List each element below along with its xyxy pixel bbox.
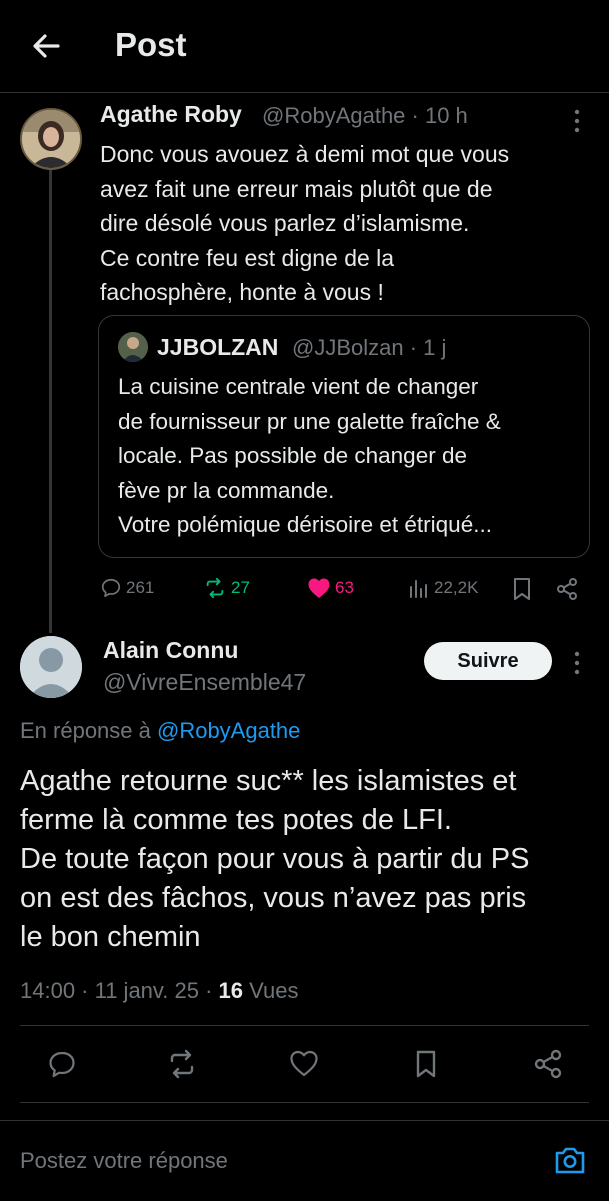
reply-action[interactable]: 261 (100, 574, 154, 602)
reply-context: En réponse à @RobyAgathe (20, 718, 300, 744)
post-metadata: 14:00 · 11 janv. 25 · 16 Vues (20, 978, 298, 1004)
follow-button[interactable]: Suivre (424, 642, 552, 680)
thread-line (49, 170, 52, 633)
views-chart-icon (410, 580, 427, 598)
share-icon[interactable] (532, 1048, 564, 1080)
reply-mention-link[interactable]: @RobyAgathe (157, 718, 300, 743)
more-options-icon[interactable] (573, 108, 581, 134)
divider (20, 1025, 589, 1026)
avatar[interactable] (20, 108, 82, 170)
more-options-icon[interactable] (573, 650, 581, 676)
divider (20, 1102, 589, 1103)
heart-filled-icon (308, 578, 330, 598)
reply-prefix: En réponse à (20, 718, 157, 743)
quote-text: La cuisine centrale vient de changer de … (118, 374, 501, 537)
back-arrow-icon[interactable] (28, 28, 64, 64)
author-name[interactable]: Agathe Roby (100, 101, 242, 128)
repost-icon[interactable] (166, 1048, 198, 1080)
repost-icon (206, 577, 224, 599)
camera-icon[interactable] (553, 1144, 587, 1176)
author-handle[interactable]: @VivreEnsemble47 (103, 669, 306, 696)
page-title: Post (115, 26, 187, 63)
avatar[interactable] (20, 636, 82, 698)
post-timestamp[interactable]: 14:00 · 11 janv. 25 · (20, 978, 219, 1003)
like-count: 63 (335, 578, 354, 597)
reply-icon[interactable] (46, 1048, 78, 1080)
reply-input[interactable] (20, 1148, 520, 1174)
default-avatar-icon (20, 636, 82, 698)
author-handle-time[interactable]: @RobyAgathe · 10 h (262, 103, 468, 129)
quote-author-name: JJBOLZAN (157, 334, 279, 360)
author-name[interactable]: Alain Connu (103, 637, 238, 664)
repost-action[interactable]: 27 (203, 574, 250, 602)
views-number: 16 (218, 978, 244, 1003)
top-bar (0, 0, 609, 93)
reply-count: 261 (126, 578, 155, 597)
share-icon[interactable] (555, 577, 579, 601)
avatar-photo-icon (22, 110, 80, 168)
views-action[interactable]: 22,2K (408, 574, 478, 602)
quote-avatar-photo-icon (118, 332, 148, 362)
post-text: Donc vous avouez à demi mot que vous ave… (100, 141, 510, 305)
like-action[interactable]: 63 (307, 574, 354, 602)
quote-author-handle-time: @JJBolzan · 1 j (292, 335, 447, 360)
views-count: 22,2K (434, 578, 479, 597)
repost-count: 27 (231, 578, 250, 597)
views-label: Vues (243, 978, 299, 1003)
bookmark-icon[interactable] (512, 577, 532, 601)
bookmark-icon[interactable] (410, 1048, 442, 1080)
reply-icon (101, 578, 121, 598)
heart-icon[interactable] (288, 1048, 320, 1080)
quote-avatar (118, 332, 148, 362)
post-text: Agathe retourne suc** les islamistes et … (20, 765, 530, 953)
